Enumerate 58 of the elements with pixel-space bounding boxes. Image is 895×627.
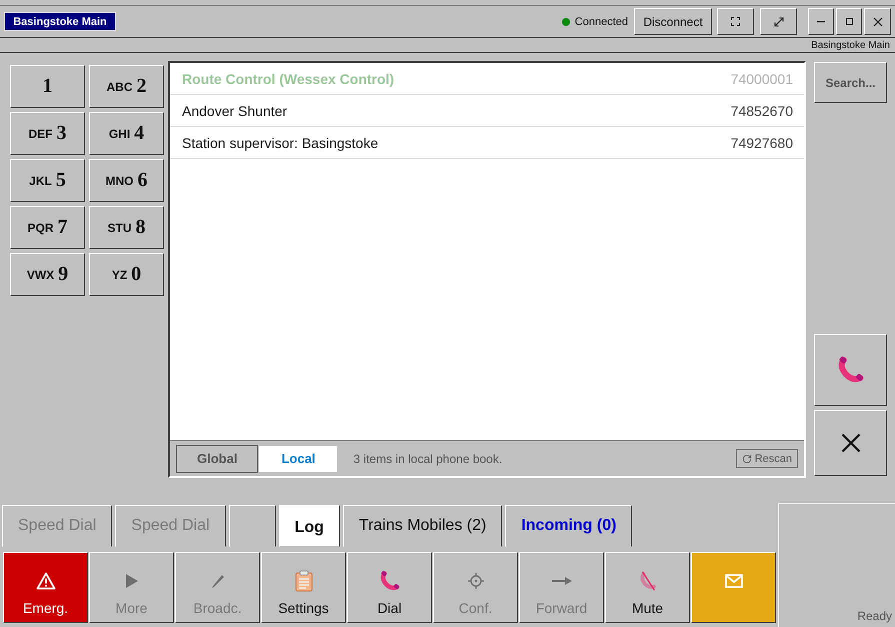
keypad-key[interactable]: DEF 3 (10, 112, 85, 155)
clipboard-icon (294, 570, 312, 592)
mute-button[interactable]: Mute (605, 552, 690, 623)
corners-icon (731, 17, 740, 26)
envelope-icon (724, 574, 742, 588)
keypad-key[interactable]: GHI 4 (89, 112, 164, 155)
pencil-icon (210, 573, 226, 589)
disconnect-button[interactable]: Disconnect (634, 8, 712, 35)
maximize-icon (846, 18, 852, 25)
contact-name: Station supervisor: Basingstoke (182, 134, 378, 150)
status-text: Ready (857, 609, 892, 623)
contact-number: 74000001 (730, 70, 793, 86)
call-button[interactable] (814, 334, 887, 406)
expand-button[interactable] (760, 8, 797, 35)
minimize-icon (817, 20, 825, 22)
scope-tab[interactable]: Global (176, 444, 258, 472)
keypad-key[interactable]: VWX 9 (10, 253, 85, 296)
arrow-right-icon (552, 576, 572, 586)
contact-name: Route Control (Wessex Control) (182, 70, 394, 86)
search-button[interactable]: Search... (814, 62, 887, 103)
play-icon (124, 573, 138, 589)
contact-number: 74927680 (730, 134, 793, 150)
settings-button[interactable]: Settings (261, 552, 346, 623)
rescan-button[interactable]: Rescan (736, 449, 798, 468)
keypad-key[interactable]: STU 8 (89, 206, 164, 249)
close-icon (872, 16, 882, 26)
keypad-key[interactable]: PQR 7 (10, 206, 85, 249)
contact-name: Andover Shunter (182, 102, 288, 118)
keypad-key[interactable]: ABC 2 (89, 65, 164, 108)
minimize-button[interactable] (808, 8, 834, 35)
fullscreen-button[interactable] (717, 8, 754, 35)
phone-book-summary: 3 items in local phone book. (353, 452, 502, 466)
keypad-key[interactable]: YZ 0 (89, 253, 164, 296)
location-label: Basingstoke Main (811, 40, 890, 50)
connection-status: Connected (574, 16, 628, 28)
close-icon (840, 433, 860, 453)
location-badge: Basingstoke Main (4, 12, 116, 31)
scope-tab[interactable]: Local (258, 444, 338, 472)
cancel-button[interactable] (814, 410, 887, 476)
tab[interactable]: Trains Mobiles (2) (342, 505, 502, 547)
tab[interactable]: Incoming (0) (505, 505, 632, 547)
keypad-key[interactable]: JKL 5 (10, 159, 85, 202)
message-button[interactable] (691, 552, 776, 623)
maximize-button[interactable] (836, 8, 862, 35)
contact-row[interactable]: Andover Shunter 74852670 (170, 95, 804, 127)
keypad-key[interactable]: MNO 6 (89, 159, 164, 202)
close-button[interactable] (864, 8, 891, 35)
warning-icon (36, 572, 56, 590)
keypad-key[interactable]: 1 (10, 65, 85, 108)
tab[interactable]: Log (278, 505, 340, 547)
diagonal-arrow-icon (774, 16, 784, 26)
dial-button[interactable]: Dial (347, 552, 432, 623)
tab[interactable] (228, 505, 276, 547)
contact-number: 74852670 (730, 102, 793, 118)
crosshair-icon (468, 573, 484, 589)
refresh-icon (742, 454, 752, 464)
emergency-button[interactable]: Emerg. (3, 552, 88, 623)
contact-row[interactable]: Station supervisor: Basingstoke 74927680 (170, 127, 804, 159)
